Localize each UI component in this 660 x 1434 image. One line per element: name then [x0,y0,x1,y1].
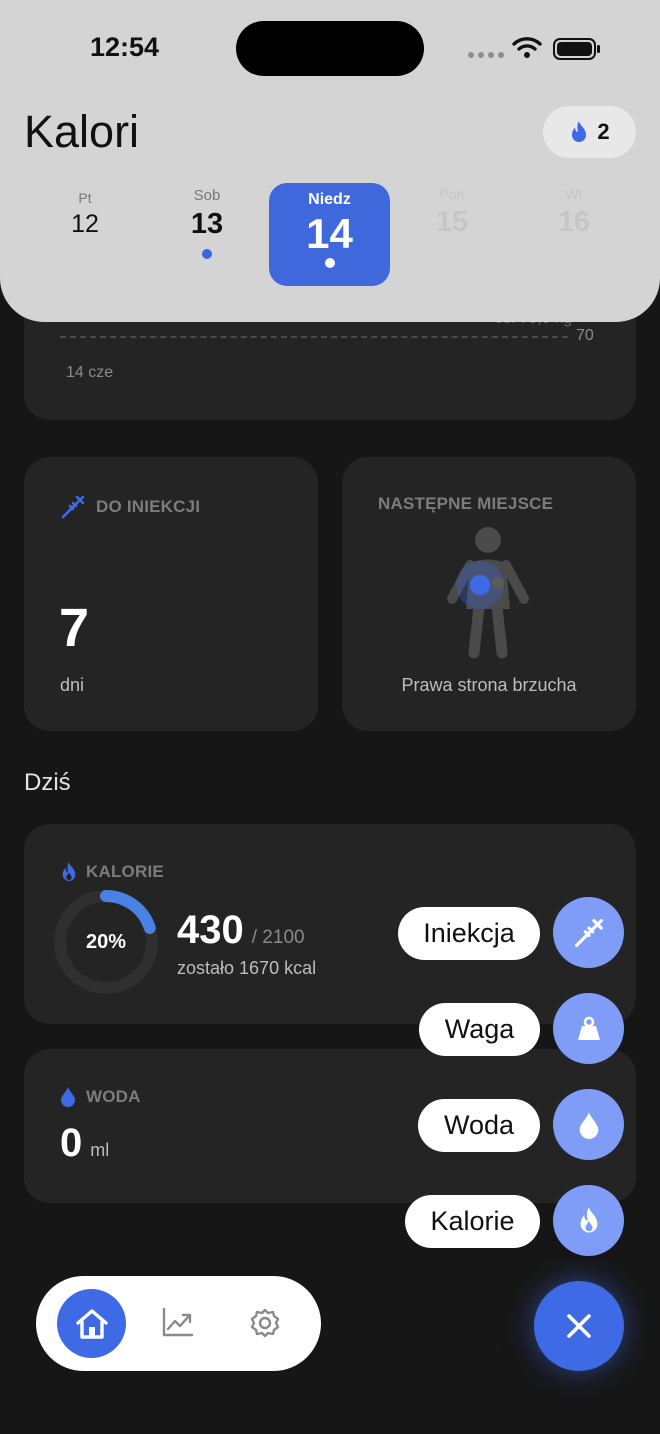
next-site-value: Prawa strona brzucha [401,675,577,695]
close-fab-button[interactable] [534,1281,624,1371]
flame-icon [572,121,587,142]
body-diagram-icon [447,527,529,659]
days-unit: dni [60,675,85,695]
dynamic-island [236,21,424,76]
water-drop-icon [579,1111,598,1139]
add-calories-button[interactable] [553,1185,624,1256]
section-today-title: Dziś [24,769,71,796]
fab-label-calories[interactable]: Kalorie [405,1195,540,1248]
injection-label: DO INIEKCJI [96,497,201,516]
wifi-icon [512,37,542,58]
fab-label-injection[interactable]: Iniekcja [398,907,540,960]
day-item[interactable]: Wt 16 [514,186,634,239]
day-item-selected[interactable]: Niedz 14 [269,183,390,286]
date-axis-label: 14 cze [66,364,114,381]
water-label: WODA [86,1086,141,1106]
day-item[interactable]: Pon 15 [392,186,512,239]
close-icon [567,1314,591,1338]
streak-badge[interactable]: 2 [543,106,636,158]
bottom-nav [36,1276,321,1371]
battery-icon [553,38,600,60]
injection-countdown-card[interactable]: DO INIEKCJI 7 dni [24,457,318,731]
home-icon [75,1308,108,1339]
app-header: 12:54 Kalori 2 Pt 12 Sob 13 Niedz 14 Pon… [0,0,660,322]
calories-goal: / 2100 [251,927,305,948]
fab-label-water[interactable]: Woda [418,1099,540,1152]
water-drop-icon [61,1087,75,1107]
syringe-icon [574,918,603,947]
next-site-card[interactable]: NASTĘPNE MIEJSCE Prawa strona brzucha [342,457,636,731]
page-title: Kalori [24,106,140,157]
calories-label: KALORIE [86,862,164,881]
cellular-signal-icon [468,52,504,58]
chart-icon[interactable] [162,1307,194,1337]
day-item[interactable]: Pt 12 [25,190,145,239]
fab-label-weight[interactable]: Waga [419,1003,540,1056]
water-amount: 0 [60,1121,83,1165]
status-time: 12:54 [90,32,160,62]
add-weight-button[interactable] [553,993,624,1064]
streak-count: 2 [597,119,610,144]
add-water-button[interactable] [553,1089,624,1160]
calories-consumed: 430 [177,908,244,952]
calorie-percent: 20% [85,930,127,953]
nav-home-button[interactable] [57,1289,126,1358]
logged-dot [202,249,212,259]
add-injection-button[interactable] [553,897,624,968]
calories-remaining: zostało 1670 kcal [177,958,317,978]
day-item[interactable]: Sob 13 [147,187,267,259]
gear-icon[interactable] [249,1307,281,1339]
syringe-icon [61,495,85,519]
water-unit: ml [90,1140,110,1160]
goal-line [60,336,568,338]
goal-axis-value: 70 [576,327,594,344]
flame-icon [580,1207,597,1233]
flame-icon [62,862,76,881]
logged-dot [324,258,335,268]
days-to-injection-value: 7 [59,598,90,658]
weight-icon [577,1016,600,1040]
water-card[interactable]: WODA 0 ml [24,1049,636,1203]
next-site-label: NASTĘPNE MIEJSCE [378,494,554,513]
calories-card[interactable]: KALORIE 20% 430 / 2100 zostało 1670 kcal [24,824,636,1024]
